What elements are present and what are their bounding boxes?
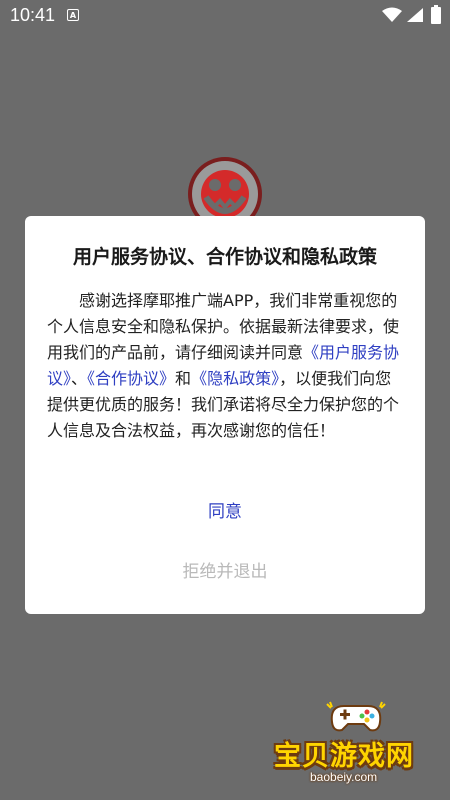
- watermark-domain: baobeiy.com: [310, 770, 378, 784]
- signal-icon: [407, 8, 423, 22]
- conjunction-text: 和: [175, 369, 192, 388]
- status-bar: 10:41 A: [0, 0, 450, 32]
- battery-icon: [431, 5, 441, 24]
- watermark-title: 宝贝游戏网: [274, 741, 414, 772]
- privacy-policy-link[interactable]: 《隐私政策》: [191, 369, 279, 388]
- watermark-logo: 宝贝游戏网 baobeiy.com: [272, 700, 442, 792]
- dialog-title: 用户服务协议、合作协议和隐私政策: [72, 246, 377, 268]
- notification-a-icon: A: [67, 9, 79, 21]
- status-time: 10:41: [10, 5, 56, 25]
- separator-text: 、: [71, 369, 88, 388]
- wifi-icon: [382, 7, 402, 22]
- dialog-body: 感谢选择摩耶推广端APP，我们非常重视您的个人信息安全和隐私保护。依据最新法律要…: [47, 288, 403, 444]
- privacy-dialog: 用户服务协议、合作协议和隐私政策 感谢选择摩耶推广端APP，我们非常重视您的个人…: [25, 216, 425, 614]
- cooperation-agreement-link[interactable]: 《合作协议》: [87, 369, 175, 388]
- agree-button[interactable]: 同意: [25, 492, 425, 532]
- reject-exit-button[interactable]: 拒绝并退出: [25, 552, 425, 592]
- game-controller-icon: [326, 701, 386, 732]
